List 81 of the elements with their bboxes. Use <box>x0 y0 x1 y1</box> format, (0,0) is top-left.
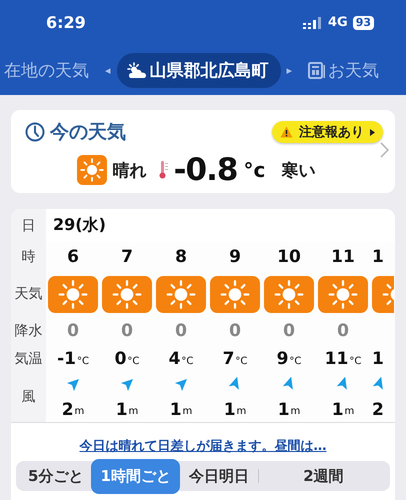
precipitation-value: 0 <box>121 321 133 341</box>
sun-cloud-icon <box>126 62 147 78</box>
warning-icon <box>280 126 293 138</box>
sun-icon <box>156 276 206 312</box>
location-tab[interactable]: お天気 <box>298 52 390 88</box>
temperature-unit: °C <box>349 356 362 367</box>
battery-level: 93 <box>352 16 374 30</box>
wind-speed: 1 <box>278 400 290 420</box>
view-tab[interactable]: 1時間ごと <box>91 458 180 494</box>
wind-speed: 1 <box>116 400 128 420</box>
temperature-value: 7 <box>222 349 234 369</box>
location-tab[interactable]: 山県郡北広島町 <box>116 52 281 88</box>
wind-unit: m <box>290 406 300 417</box>
hour-label: 10 <box>277 247 301 267</box>
date-label: 29(水) <box>53 215 106 236</box>
row-label: 気温 <box>14 350 44 369</box>
caret-icon <box>370 128 375 136</box>
wind-unit: m <box>236 406 246 417</box>
row-label: 風 <box>20 388 36 407</box>
previous-arrow[interactable]: ◂ <box>105 64 111 76</box>
temperature-value: 11 <box>324 349 348 369</box>
wind-unit: m <box>128 406 138 417</box>
temperature-unit: °C <box>127 356 140 367</box>
temperature-value: 9 <box>276 349 288 369</box>
wind-speed: 1 <box>170 400 182 420</box>
temperature-value: 4 <box>168 349 180 369</box>
chevron-right-icon[interactable] <box>380 142 389 158</box>
wind-arrow-icon <box>174 378 188 392</box>
signal-icon <box>302 16 323 28</box>
view-tab[interactable]: 2週間 <box>258 461 388 491</box>
temperature-value: 0 <box>114 349 126 369</box>
view-tab[interactable]: 5分ごと <box>18 461 92 491</box>
row-label: 天気 <box>14 285 44 304</box>
network-label: 4G <box>328 15 348 30</box>
temperature-unit: °c <box>243 158 266 182</box>
newspaper-icon <box>308 62 326 78</box>
clock-time: 6:29 <box>46 13 87 32</box>
temperature-value: -0.8 <box>174 152 238 188</box>
row-label: 降水 <box>14 322 44 341</box>
precipitation-value: 0 <box>337 321 349 341</box>
hour-label: 7 <box>121 247 133 267</box>
wind-speed: 1 <box>224 400 236 420</box>
sun-icon <box>210 276 260 312</box>
temperature-unit: °C <box>289 356 302 367</box>
wind-unit: m <box>182 406 192 417</box>
precipitation-value: 0 <box>67 321 79 341</box>
wind-unit: m <box>74 406 84 417</box>
next-arrow[interactable]: ▸ <box>286 64 292 76</box>
hour-label: 8 <box>175 247 187 267</box>
hour-label: 6 <box>67 247 79 267</box>
wind-speed: 1 <box>332 400 344 420</box>
alert-badge[interactable]: 注意報あり <box>272 121 383 143</box>
precipitation-value: 0 <box>175 321 187 341</box>
hour-label: 1 <box>372 247 384 267</box>
temperature-value: 1 <box>372 349 384 369</box>
precipitation-value: 0 <box>283 321 295 341</box>
row-label: 時 <box>20 248 36 267</box>
section-title: 今の天気 <box>50 120 126 145</box>
sun-icon <box>102 276 152 312</box>
thermometer-icon <box>158 161 168 179</box>
temperature-value: -1 <box>57 349 76 369</box>
wind-speed: 2 <box>372 400 384 420</box>
location-tab[interactable]: 在地の天気 <box>0 52 99 88</box>
clock-icon <box>25 122 45 142</box>
feel-label: 寒い <box>281 160 316 182</box>
wind-speed: 2 <box>62 400 74 420</box>
sun-icon <box>318 276 368 312</box>
condition-label: 晴れ <box>112 160 147 182</box>
row-label: 日 <box>20 216 36 236</box>
temperature-unit: °C <box>235 356 248 367</box>
temperature-unit: °C <box>76 356 89 367</box>
view-tab[interactable]: 今日明日 <box>180 461 258 491</box>
hour-label: 9 <box>229 247 241 267</box>
wind-arrow-icon <box>120 378 134 392</box>
wind-unit: m <box>344 406 354 417</box>
hour-label: 11 <box>331 247 355 267</box>
wind-arrow-icon <box>66 378 80 392</box>
temperature-unit: °C <box>181 356 194 367</box>
sun-icon <box>264 276 314 312</box>
precipitation-value: 0 <box>229 321 241 341</box>
sun-icon <box>76 155 107 185</box>
